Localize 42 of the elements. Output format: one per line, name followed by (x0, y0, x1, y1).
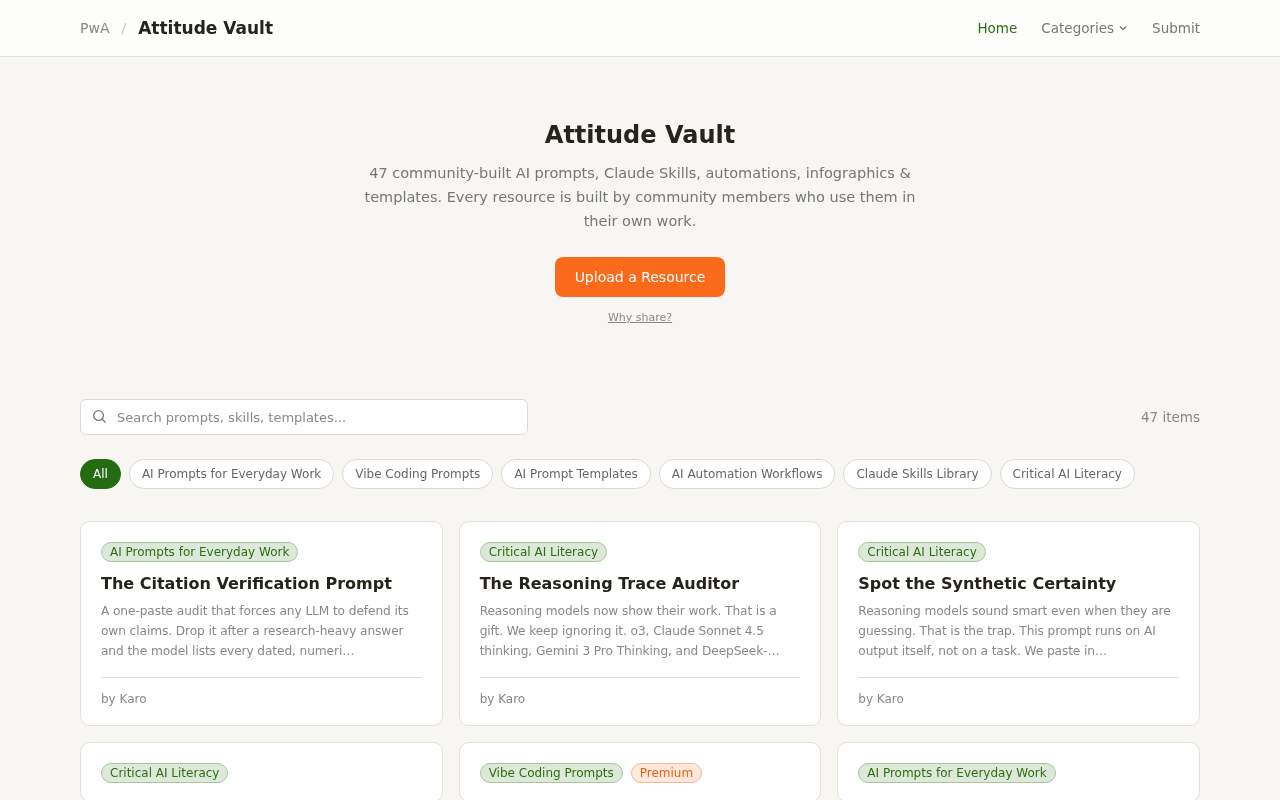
category-tag: Vibe Coding Prompts (479, 763, 623, 783)
card-title: The Reasoning Trace Auditor (479, 574, 741, 593)
card-title: Spot the Synthetic Certainty (858, 574, 1118, 593)
filter-chip[interactable]: AI Prompts for Everyday Work (128, 459, 335, 489)
card-description: Reasoning models sound smart even when they are guessing. That is the trap. This prompt runs on AI output itself, not on a task. We paste in… (858, 603, 1172, 660)
resource-card[interactable] (80, 521, 443, 726)
breadcrumb-separator: / (121, 20, 127, 36)
hero-description: 47 community-built AI prompts, Claude Skills, automations, infographics & templates. Every resource is built by community members who use them in their own work. (363, 164, 917, 231)
filter-chip[interactable]: AI Automation Workflows (658, 459, 836, 489)
card-author: by Karo (479, 692, 526, 706)
resource-card[interactable]: Critical AI Literacy (80, 742, 443, 800)
resource-card[interactable]: AI Prompts for Everyday Work (837, 742, 1200, 800)
why-share-link[interactable]: Why share? (607, 311, 673, 324)
category-tag: AI Prompts for Everyday Work (101, 542, 299, 562)
filter-chip[interactable]: All (80, 459, 121, 489)
search-icon (92, 409, 107, 424)
category-tag: AI Prompts for Everyday Work (858, 763, 1056, 783)
nav-link[interactable]: Home (977, 20, 1018, 36)
category-tag: Critical AI Literacy (101, 763, 229, 783)
card-author: by Karo (101, 692, 147, 706)
nav-link[interactable]: Categories (1041, 20, 1129, 36)
site-title: Attitude Vault (138, 18, 274, 38)
hero-title: Attitude Vault (543, 121, 737, 149)
filter-chip[interactable]: Claude Skills Library (843, 459, 992, 489)
breadcrumb-link[interactable]: PwA (80, 20, 110, 36)
category-tag: Critical AI Literacy (858, 542, 986, 562)
item-count: 47 items (1141, 409, 1200, 425)
filter-chip[interactable]: AI Prompt Templates (501, 459, 651, 489)
card-title: The Citation Verification Prompt (101, 574, 393, 593)
resource-card[interactable] (458, 521, 822, 726)
resource-card[interactable]: Critical AI Literacy Spot the Synthetic Certainty Reasoning models sound smart even when they are guessing. That is the trap. This prompt runs on AI output itself, not on a task. We paste in… by Karo (837, 521, 1200, 726)
category-tag: Critical AI Literacy (479, 542, 608, 562)
chevron-down-icon (1118, 23, 1129, 33)
filter-chip[interactable]: Critical AI Literacy (999, 459, 1135, 489)
filter-chip[interactable]: Vibe Coding Prompts (342, 459, 494, 489)
resource-card[interactable]: Vibe Coding Prompts Premium (458, 742, 822, 800)
nav-link[interactable]: Submit (1152, 20, 1200, 36)
card-author: by Karo (858, 692, 904, 706)
category-tag: Premium (630, 763, 703, 783)
card-description: Reasoning models now show their work. That is a gift. We keep ignoring it. o3, Claude Sonnet 4.5 thinking, Gemini 3 Pro Thinking, and DeepSeek-… (479, 603, 781, 660)
search-field[interactable]: Search prompts, skills, templates... (80, 399, 528, 435)
card-description: A one-paste audit that forces any LLM to defend its own claims. Drop it after a research-heavy answer and the model lists every dated, numeri… (101, 603, 410, 660)
